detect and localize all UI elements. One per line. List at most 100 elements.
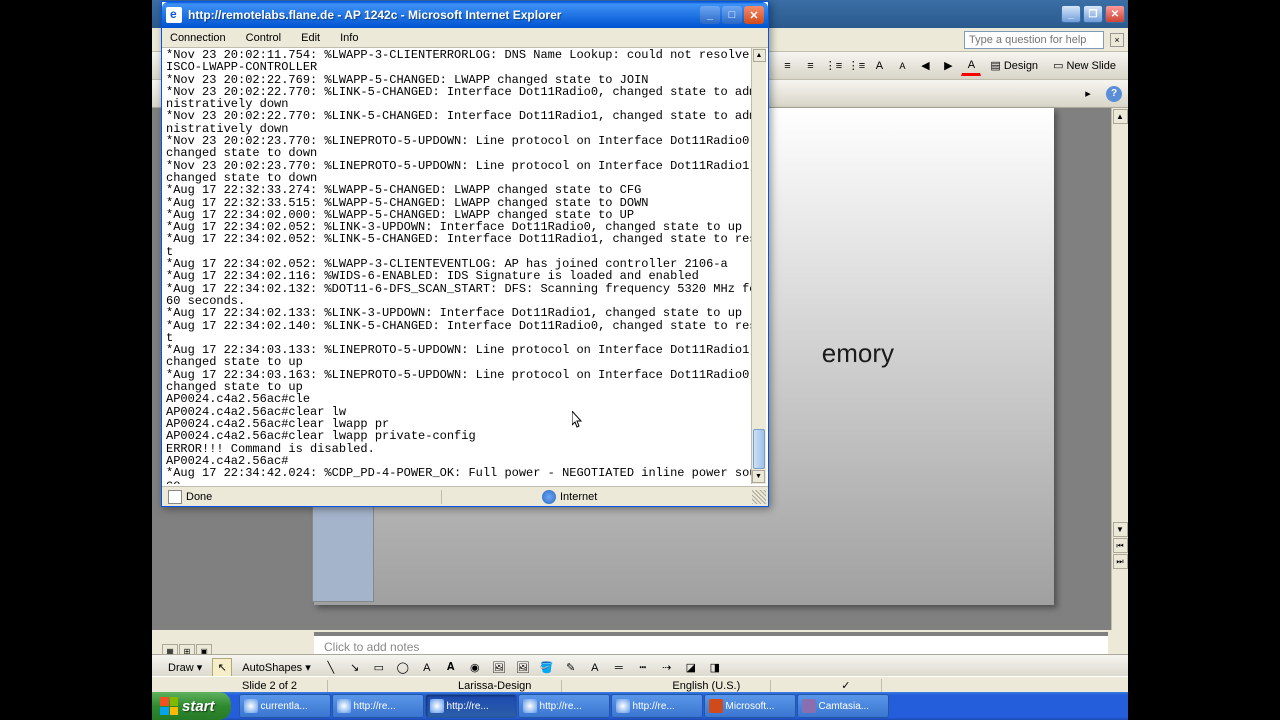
taskbar-item[interactable]: Microsoft... bbox=[704, 694, 796, 718]
slide-thumbnail[interactable] bbox=[312, 502, 374, 602]
decrease-indent-icon[interactable]: ◀ bbox=[915, 56, 935, 76]
align-center-icon[interactable]: ≡ bbox=[800, 56, 820, 76]
terminal-output[interactable]: *Nov 23 20:02:11.754: %LWAPP-3-CLIENTERR… bbox=[164, 48, 766, 484]
help-close-button[interactable]: × bbox=[1110, 33, 1124, 47]
taskbar-item-label: http://re... bbox=[354, 701, 396, 712]
line-icon[interactable]: ╲ bbox=[321, 658, 341, 678]
clipart-icon[interactable]: 🖼 bbox=[489, 658, 509, 678]
numbering-icon[interactable]: ⋮≡ bbox=[846, 56, 866, 76]
internet-zone-icon bbox=[542, 490, 556, 504]
design-button[interactable]: ▤ Design bbox=[984, 56, 1044, 76]
notes-placeholder: Click to add notes bbox=[324, 640, 419, 654]
spellcheck-icon[interactable]: ✓ bbox=[811, 679, 881, 692]
taskbar-item[interactable]: Camtasia... bbox=[797, 694, 889, 718]
taskbar-item[interactable]: http://re... bbox=[518, 694, 610, 718]
taskbar-item-label: currentla... bbox=[261, 701, 308, 712]
taskbar-item-label: http://re... bbox=[447, 701, 489, 712]
taskbar: start currentla... http://re... http://re.… bbox=[152, 692, 1128, 720]
font-color-icon[interactable]: A bbox=[961, 56, 981, 76]
taskbar-item[interactable]: http://re... bbox=[425, 694, 517, 718]
taskbar-item-label: Camtasia... bbox=[819, 701, 870, 712]
terminal-scroll-thumb[interactable] bbox=[753, 429, 765, 469]
ppt-minimize-button[interactable]: _ bbox=[1061, 5, 1081, 23]
oval-icon[interactable]: ◯ bbox=[393, 658, 413, 678]
start-label: start bbox=[182, 698, 215, 715]
menu-connection[interactable]: Connection bbox=[166, 30, 230, 46]
align-left-icon[interactable]: ≡ bbox=[777, 56, 797, 76]
increase-font-icon[interactable]: A bbox=[869, 56, 889, 76]
shadow-icon[interactable]: ◪ bbox=[681, 658, 701, 678]
taskbar-item[interactable]: http://re... bbox=[332, 694, 424, 718]
next-slide-icon[interactable]: ⏭ bbox=[1113, 554, 1128, 569]
ie-titlebar[interactable]: http://remotelabs.flane.de - AP 1242c - … bbox=[162, 2, 768, 28]
taskbar-item[interactable]: http://re... bbox=[611, 694, 703, 718]
arrow-icon[interactable]: ↘ bbox=[345, 658, 365, 678]
slide-body-text: emory bbox=[822, 338, 894, 369]
menu-edit[interactable]: Edit bbox=[297, 30, 324, 46]
terminal-scroll-up-icon[interactable]: ▲ bbox=[753, 49, 766, 62]
slide-scrollbar[interactable]: ▲ ▼ ⏮ ⏭ bbox=[1111, 108, 1128, 630]
wordart-icon[interactable]: 𝐀 bbox=[441, 658, 461, 678]
terminal-scroll-down-icon[interactable]: ▼ bbox=[752, 470, 765, 483]
ie-icon bbox=[166, 7, 182, 23]
ie-icon bbox=[430, 699, 444, 713]
menu-control[interactable]: Control bbox=[242, 30, 285, 46]
dash-style-icon[interactable]: ┅ bbox=[633, 658, 653, 678]
autoshapes-menu[interactable]: AutoShapes ▾ bbox=[236, 659, 317, 676]
template-name: Larissa-Design bbox=[428, 680, 562, 692]
diagram-icon[interactable]: ◉ bbox=[465, 658, 485, 678]
windows-logo-icon bbox=[160, 697, 178, 715]
design-label: Design bbox=[1004, 60, 1038, 72]
start-button[interactable]: start bbox=[152, 692, 231, 720]
menu-info[interactable]: Info bbox=[336, 30, 362, 46]
help-search-input[interactable] bbox=[964, 31, 1104, 49]
ie-icon bbox=[616, 699, 630, 713]
font-color-draw-icon[interactable]: A bbox=[585, 658, 605, 678]
decrease-font-icon[interactable]: A bbox=[892, 56, 912, 76]
line-color-icon[interactable]: ✎ bbox=[561, 658, 581, 678]
draw-menu[interactable]: Draw ▾ bbox=[162, 659, 208, 676]
resize-grip[interactable] bbox=[752, 490, 766, 504]
line-style-icon[interactable]: ═ bbox=[609, 658, 629, 678]
scroll-up-icon[interactable]: ▲ bbox=[1113, 109, 1128, 124]
help-icon[interactable]: ? bbox=[1106, 86, 1122, 102]
ie-window: http://remotelabs.flane.de - AP 1242c - … bbox=[161, 1, 769, 507]
ppt-close-button[interactable]: ✕ bbox=[1105, 5, 1125, 23]
increase-indent-icon[interactable]: ▶ bbox=[938, 56, 958, 76]
camtasia-icon bbox=[802, 699, 816, 713]
bullets-icon[interactable]: ⋮≡ bbox=[823, 56, 843, 76]
ie-icon bbox=[337, 699, 351, 713]
new-slide-button[interactable]: ▭ New Slide bbox=[1047, 56, 1122, 76]
arrow-style-icon[interactable]: ⇢ bbox=[657, 658, 677, 678]
taskbar-item-label: Microsoft... bbox=[726, 701, 775, 712]
3d-icon[interactable]: ◨ bbox=[705, 658, 725, 678]
ie-icon bbox=[244, 699, 258, 713]
prev-slide-icon[interactable]: ⏮ bbox=[1113, 538, 1128, 553]
ie-maximize-button[interactable]: □ bbox=[722, 6, 742, 24]
rectangle-icon[interactable]: ▭ bbox=[369, 658, 389, 678]
status-done: Done bbox=[186, 491, 212, 503]
terminal-scrollbar[interactable]: ▲ ▼ bbox=[751, 48, 766, 484]
slide-counter: Slide 2 of 2 bbox=[212, 680, 328, 692]
ppt-restore-button[interactable]: ❐ bbox=[1083, 5, 1103, 23]
picture-icon[interactable]: 🖼 bbox=[513, 658, 533, 678]
fill-color-icon[interactable]: 🪣 bbox=[537, 658, 557, 678]
select-icon[interactable]: ↖ bbox=[212, 658, 232, 678]
document-icon bbox=[168, 490, 182, 504]
language-status: English (U.S.) bbox=[642, 680, 771, 692]
powerpoint-icon bbox=[709, 699, 723, 713]
ie-close-button[interactable]: ✕ bbox=[744, 6, 764, 24]
status-zone: Internet bbox=[560, 491, 597, 503]
ie-status-bar: Done Internet bbox=[162, 486, 768, 506]
terminal-menubar: Connection Control Edit Info bbox=[162, 28, 768, 48]
taskbar-items: currentla... http://re... http://re... http… bbox=[239, 694, 889, 718]
taskbar-item[interactable]: currentla... bbox=[239, 694, 331, 718]
ie-title: http://remotelabs.flane.de - AP 1242c - … bbox=[188, 8, 700, 22]
toolbar-expand-icon[interactable]: ▸ bbox=[1078, 84, 1098, 104]
scroll-down-icon[interactable]: ▼ bbox=[1113, 522, 1128, 537]
ie-minimize-button[interactable]: _ bbox=[700, 6, 720, 24]
new-slide-label: New Slide bbox=[1066, 60, 1116, 72]
textbox-icon[interactable]: A bbox=[417, 658, 437, 678]
taskbar-item-label: http://re... bbox=[633, 701, 675, 712]
ie-icon bbox=[523, 699, 537, 713]
